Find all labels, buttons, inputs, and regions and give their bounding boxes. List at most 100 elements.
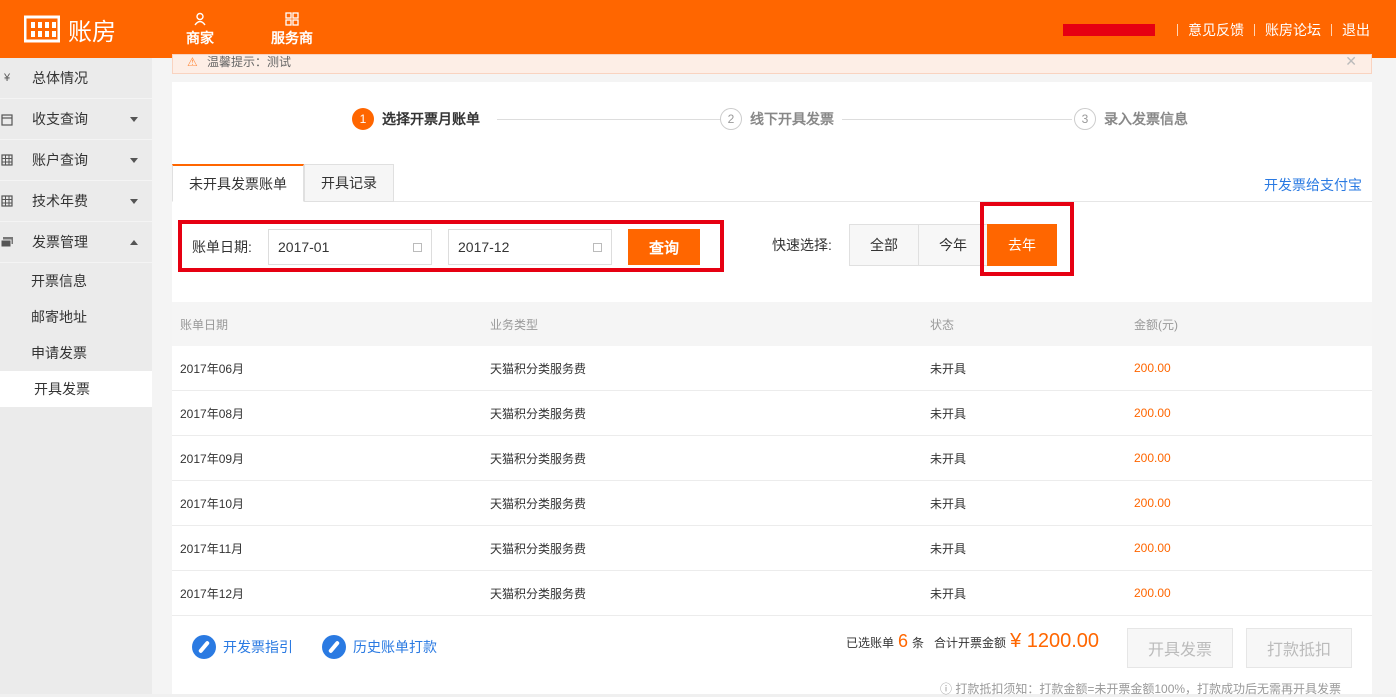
cell-date: 2017年10月 [180,496,245,511]
selection-summary: 已选账单 6 条 合计开票金额 ¥ 1200.00 [846,630,1099,653]
query-button[interactable]: 查询 [628,229,700,265]
table-row[interactable]: 2017年10月 天猫积分类服务费 未开具 200.00 [172,481,1372,526]
sidebar-item-tech-fee[interactable]: 技术年费 [0,181,152,222]
start-date-value: 2017-01 [278,239,330,255]
quick-all-button[interactable]: 全部 [849,224,919,266]
step-number: 1 [352,108,374,130]
date-filter: 账单日期: 2017-01 2017-12 查询 [178,220,724,272]
invoice-to-alipay-link[interactable]: 开发票给支付宝 [1264,175,1362,195]
sidebar-item-overview[interactable]: ¥ 总体情况 [0,58,152,99]
nav-merchant[interactable]: 商家 [180,10,220,48]
sidebar-item-invoice[interactable]: 发票管理 [0,222,152,263]
tab-uninvoiced[interactable]: 未开具发票账单 [172,164,304,202]
column-header: 账单日期 [180,317,229,332]
feedback-link[interactable]: 意见反馈 [1188,20,1244,40]
cell-type: 天猫积分类服务费 [490,406,587,421]
content-panel: 1 选择开票月账单 2 线下开具发票 3 录入发票信息 未开具发票账单 开具记录… [172,82,1372,696]
main-content: ⚠ 温馨提示：测试 ✕ 1 选择开票月账单 2 线下开具发票 3 录入发票信息 … [152,54,1396,696]
submenu-issue-invoice[interactable]: 开具发票 [0,371,152,407]
grid-icon [285,10,299,28]
total-label: 合计开票金额 [934,636,1007,650]
step-connector [497,119,725,120]
cell-status: 未开具 [930,541,967,556]
table-row[interactable]: 2017年09月 天猫积分类服务费 未开具 200.00 [172,436,1372,481]
cell-type: 天猫积分类服务费 [490,361,587,376]
logout-link[interactable]: 退出 [1342,20,1370,40]
sidebar-item-income[interactable]: 收支查询 [0,99,152,140]
history-payment-link[interactable]: 历史账单打款 [322,635,437,659]
cards-icon [0,235,14,249]
sidebar: ¥ 总体情况 收支查询 账户查询 技术年费 发票管理 开票信息 邮寄地址 申请发… [0,58,152,694]
invoice-guide-label: 开发票指引 [223,639,293,655]
warning-icon: ⚠ [187,55,198,69]
bill-table: 账单日期 业务类型 状态 金额(元) 2017年06月 天猫积分类服务费 未开具… [172,302,1372,616]
compass-icon [322,635,346,659]
step-number: 2 [720,108,742,130]
logo-text: 账房 [68,18,116,46]
highlight-box [980,202,1074,276]
deduct-notice: ⓘ 打款抵扣须知：打款金额=未开票金额100%，打款成功后无需再开具发票 [940,682,1342,696]
calendar-icon [593,243,602,252]
calendar-icon [413,243,422,252]
logo[interactable]: 账房 [24,12,116,46]
history-payment-label: 历史账单打款 [353,639,437,655]
start-date-input[interactable]: 2017-01 [268,229,432,265]
chevron-down-icon [130,158,138,163]
divider [1254,24,1255,36]
invoice-guide-link[interactable]: 开发票指引 [192,635,293,659]
submenu-apply-invoice[interactable]: 申请发票 [0,335,152,371]
cell-type: 天猫积分类服务费 [490,586,587,601]
notice-text: 温馨提示：测试 [207,55,292,69]
calendar-icon [0,112,14,126]
notice-bar: ⚠ 温馨提示：测试 ✕ [172,54,1372,74]
step-3: 3 录入发票信息 [1074,108,1188,130]
tab-bar: 未开具发票账单 开具记录 [172,164,394,202]
cell-date: 2017年06月 [180,361,245,376]
step-1: 1 选择开票月账单 [352,108,480,130]
compass-icon [192,635,216,659]
person-icon [193,10,207,28]
cell-type: 天猫积分类服务费 [490,496,587,511]
column-header: 金额(元) [1134,317,1178,332]
issue-invoice-button[interactable]: 开具发票 [1127,628,1233,668]
cell-amount: 200.00 [1134,406,1171,420]
invoice-submenu: 开票信息 邮寄地址 申请发票 开具发票 [0,263,152,407]
chevron-up-icon [130,240,138,245]
chevron-down-icon [130,199,138,204]
sidebar-item-label: 技术年费 [32,193,88,209]
progress-steps: 1 选择开票月账单 2 线下开具发票 3 录入发票信息 [352,108,1192,132]
nav-provider[interactable]: 服务商 [270,10,314,48]
table-row[interactable]: 2017年12月 天猫积分类服务费 未开具 200.00 [172,571,1372,616]
submenu-invoice-info[interactable]: 开票信息 [0,263,152,299]
sidebar-item-label: 收支查询 [32,111,88,127]
table-row[interactable]: 2017年08月 天猫积分类服务费 未开具 200.00 [172,391,1372,436]
cell-amount: 200.00 [1134,496,1171,510]
cell-date: 2017年12月 [180,586,245,601]
table-row[interactable]: 2017年06月 天猫积分类服务费 未开具 200.00 [172,346,1372,391]
step-connector [842,119,1072,120]
cell-amount: 200.00 [1134,586,1171,600]
table-header: 账单日期 业务类型 状态 金额(元) [172,302,1372,346]
selected-suffix: 条 [912,636,925,650]
payment-deduct-button[interactable]: 打款抵扣 [1246,628,1352,668]
cell-status: 未开具 [930,451,967,466]
forum-link[interactable]: 账房论坛 [1265,20,1321,40]
chevron-down-icon [130,117,138,122]
submenu-mailing-address[interactable]: 邮寄地址 [0,299,152,335]
sidebar-item-account[interactable]: 账户查询 [0,140,152,181]
end-date-input[interactable]: 2017-12 [448,229,612,265]
cell-type: 天猫积分类服务费 [490,451,587,466]
table-icon [0,194,14,208]
divider [1331,24,1332,36]
close-icon[interactable]: ✕ [1345,55,1357,68]
quick-this-year-button[interactable]: 今年 [918,224,988,266]
cell-amount: 200.00 [1134,541,1171,555]
cell-date: 2017年08月 [180,406,245,421]
tab-issue-records[interactable]: 开具记录 [304,164,394,202]
quick-select-label: 快速选择: [772,237,832,253]
nav-provider-label: 服务商 [271,30,313,46]
cell-amount: 200.00 [1134,361,1171,375]
table-row[interactable]: 2017年11月 天猫积分类服务费 未开具 200.00 [172,526,1372,571]
table-icon [0,153,14,167]
yen-icon: ¥ [3,72,11,84]
